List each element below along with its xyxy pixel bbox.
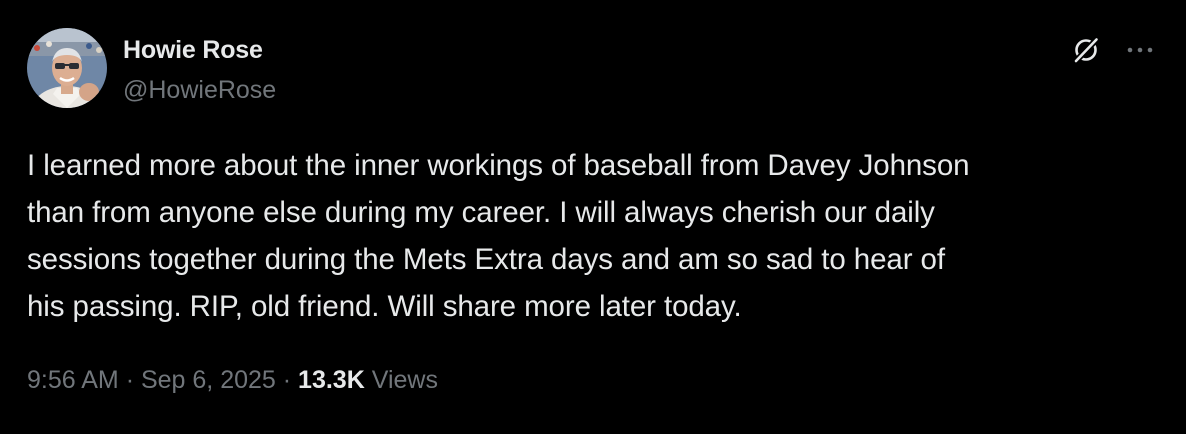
tweet-text-line: than from anyone else during my career. … — [27, 196, 935, 229]
tweet-date[interactable]: Sep 6, 2025 — [141, 366, 276, 394]
more-icon-glyph — [1127, 47, 1153, 53]
tweet-text: I learned more about the inner workings … — [27, 142, 1167, 330]
avatar-image — [27, 28, 107, 108]
grok-icon[interactable] — [1068, 32, 1104, 68]
meta-separator: · — [282, 366, 292, 394]
tweet-text-line: his passing. RIP, old friend. Will share… — [27, 290, 742, 323]
author-handle[interactable]: @HowieRose — [123, 76, 276, 105]
grok-icon-glyph — [1072, 36, 1100, 65]
tweet-text-line: sessions together during the Mets Extra … — [27, 243, 945, 276]
views-count[interactable]: 13.3K — [298, 366, 365, 394]
views-label[interactable]: Views — [372, 366, 438, 394]
tweet-card: Howie Rose @HowieRose I learned more abo… — [0, 0, 1186, 434]
tweet-time[interactable]: 9:56 AM — [27, 366, 119, 394]
tweet-text-line: I learned more about the inner workings … — [27, 149, 970, 182]
more-icon[interactable] — [1120, 32, 1160, 68]
avatar[interactable] — [27, 28, 107, 108]
meta-separator: · — [125, 366, 135, 394]
tweet-meta: 9:56 AM · Sep 6, 2025 · 13.3K Views — [27, 366, 438, 395]
author-name[interactable]: Howie Rose — [123, 36, 263, 65]
